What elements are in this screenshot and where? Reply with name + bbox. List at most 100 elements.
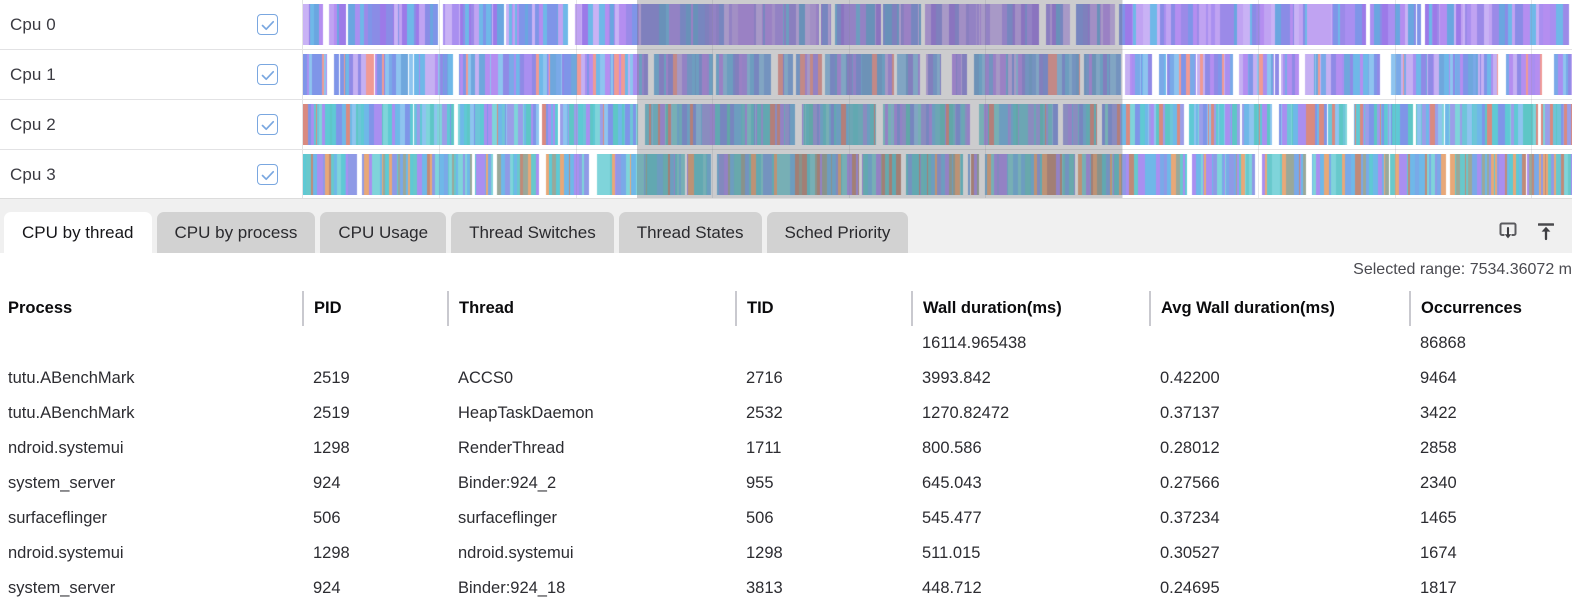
column-header-thread[interactable]: Thread bbox=[447, 291, 736, 326]
cell-pid: 1298 bbox=[313, 544, 350, 562]
cell-tid: 1711 bbox=[746, 439, 782, 457]
tab-thread-states[interactable]: Thread States bbox=[618, 212, 762, 253]
dock-to-bottom-icon[interactable] bbox=[1496, 219, 1520, 243]
cell-avg-wall-duration: 0.30527 bbox=[1160, 544, 1220, 562]
cell-avg-wall-duration: 0.37137 bbox=[1160, 404, 1220, 422]
cell-occurrences: 1465 bbox=[1420, 509, 1457, 527]
cpu-track-timeline-2[interactable] bbox=[303, 100, 1572, 149]
cpu-track-checkbox-3[interactable] bbox=[257, 164, 278, 185]
cpu-track-checkbox-1[interactable] bbox=[257, 64, 278, 85]
cell-tid: 3813 bbox=[746, 579, 783, 597]
cell-occurrences: 2340 bbox=[1420, 474, 1457, 492]
column-header-pid[interactable]: PID bbox=[302, 291, 448, 326]
cell-avg-wall-duration: 0.37234 bbox=[1160, 509, 1220, 527]
cpu-track-header-3[interactable]: Cpu 3 bbox=[0, 150, 303, 198]
cell-process: system_server bbox=[8, 474, 116, 492]
checkmark-icon bbox=[261, 70, 275, 80]
cpu-track-header-1[interactable]: Cpu 1 bbox=[0, 50, 303, 99]
column-header-wall-duration[interactable]: Wall duration(ms) bbox=[911, 291, 1150, 326]
cell-process: tutu.ABenchMark bbox=[8, 369, 135, 387]
cell-pid: 506 bbox=[313, 509, 341, 527]
cell-tid: 2716 bbox=[746, 369, 783, 387]
checkmark-icon bbox=[261, 170, 275, 180]
cell-wall-duration: 448.712 bbox=[922, 579, 982, 597]
cell-pid: 924 bbox=[313, 579, 341, 597]
cpu-track-row[interactable]: Cpu 3 bbox=[0, 150, 1572, 198]
tab-cpu-by-thread[interactable]: CPU by thread bbox=[4, 212, 152, 253]
cell-wall-duration: 545.477 bbox=[922, 509, 982, 527]
cell-pid: 1298 bbox=[313, 439, 350, 457]
cpu-track-label: Cpu 3 bbox=[10, 164, 56, 184]
cell-thread: ndroid.systemui bbox=[458, 544, 574, 562]
cell-thread: Binder:924_2 bbox=[458, 474, 557, 492]
cpu-track-timeline-0[interactable] bbox=[303, 0, 1572, 49]
cpu-track-timeline-3[interactable] bbox=[303, 150, 1572, 198]
table-total-row[interactable]: 16114.965438 86868 bbox=[0, 326, 1572, 361]
tab-thread-switches[interactable]: Thread Switches bbox=[451, 212, 614, 253]
table-row[interactable]: tutu.ABenchMark 2519 HeapTaskDaemon 2532 127… bbox=[0, 396, 1572, 431]
cell-tid: 955 bbox=[746, 474, 774, 492]
table-row[interactable]: tutu.ABenchMark 2519 ACCS0 2716 3993.842 0.42… bbox=[0, 361, 1572, 396]
cell-process: surfaceflinger bbox=[8, 509, 108, 527]
cell-avg-wall-duration: 0.42200 bbox=[1160, 369, 1220, 387]
tab-sched-priority[interactable]: Sched Priority bbox=[766, 212, 909, 253]
cpu-tracks-panel: Cpu 0 Cpu 1 Cpu 2 Cpu 3 bbox=[0, 0, 1572, 198]
cell-pid: 924 bbox=[313, 474, 341, 492]
checkmark-icon bbox=[261, 20, 275, 30]
cell-tid: 1298 bbox=[746, 544, 783, 562]
table-body: 16114.965438 86868 tutu.ABenchMark 2519 AC… bbox=[0, 326, 1572, 600]
cell-pid: 2519 bbox=[313, 369, 350, 387]
cell-tid bbox=[736, 326, 912, 361]
cpu-track-header-0[interactable]: Cpu 0 bbox=[0, 0, 303, 49]
cell-process: tutu.ABenchMark bbox=[8, 404, 135, 422]
column-header-tid[interactable]: TID bbox=[735, 291, 912, 326]
cpu-track-checkbox-2[interactable] bbox=[257, 114, 278, 135]
table-row[interactable]: system_server 924 Binder:924_2 955 645.043 0.… bbox=[0, 466, 1572, 501]
cell-avg-wall-duration bbox=[1150, 326, 1410, 361]
cell-wall-duration: 3993.842 bbox=[922, 369, 991, 387]
collapse-up-icon[interactable] bbox=[1534, 219, 1558, 243]
table-row[interactable]: ndroid.systemui 1298 ndroid.systemui 1298 51… bbox=[0, 536, 1572, 571]
cell-thread: HeapTaskDaemon bbox=[458, 404, 594, 422]
cell-avg-wall-duration: 0.24695 bbox=[1160, 579, 1220, 597]
cell-thread bbox=[448, 326, 736, 361]
cell-thread: ACCS0 bbox=[458, 369, 514, 387]
cell-avg-wall-duration: 0.27566 bbox=[1160, 474, 1220, 492]
cell-occurrences: 2858 bbox=[1420, 439, 1457, 457]
cell-occurrences: 1817 bbox=[1420, 579, 1457, 597]
cpu-track-label: Cpu 1 bbox=[10, 64, 56, 84]
cell-wall-duration: 1270.82472 bbox=[922, 404, 1010, 422]
cpu-track-checkbox-0[interactable] bbox=[257, 14, 278, 35]
table-row[interactable]: system_server 924 Binder:924_18 3813 448.712… bbox=[0, 571, 1572, 600]
cpu-by-thread-table: Process PID Thread TID Wall duration(ms)… bbox=[0, 291, 1572, 600]
cell-process bbox=[0, 326, 303, 361]
cpu-track-timeline-1[interactable] bbox=[303, 50, 1572, 99]
cell-process: ndroid.systemui bbox=[8, 439, 124, 457]
column-header-process[interactable]: Process bbox=[0, 291, 303, 326]
cell-occurrences: 86868 bbox=[1420, 334, 1466, 352]
cpu-track-row[interactable]: Cpu 1 bbox=[0, 50, 1572, 100]
cell-occurrences: 1674 bbox=[1420, 544, 1457, 562]
cpu-track-label: Cpu 2 bbox=[10, 114, 56, 134]
cell-thread: surfaceflinger bbox=[458, 509, 558, 527]
cell-tid: 506 bbox=[746, 509, 774, 527]
column-header-avg-wall-duration[interactable]: Avg Wall duration(ms) bbox=[1149, 291, 1410, 326]
cpu-track-label: Cpu 0 bbox=[10, 14, 56, 34]
cell-process: ndroid.systemui bbox=[8, 544, 124, 562]
analysis-tab-bar: CPU by thread CPU by process CPU Usage T… bbox=[0, 198, 1572, 253]
cell-wall-duration: 645.043 bbox=[922, 474, 982, 492]
cell-occurrences: 3422 bbox=[1420, 404, 1457, 422]
table-row[interactable]: ndroid.systemui 1298 RenderThread 1711 800.5… bbox=[0, 431, 1572, 466]
selected-range-label: Selected range: 7534.36072 m bbox=[1353, 261, 1572, 278]
column-header-occurrences[interactable]: Occurrences bbox=[1409, 291, 1572, 326]
cpu-track-row[interactable]: Cpu 2 bbox=[0, 100, 1572, 150]
tab-cpu-usage[interactable]: CPU Usage bbox=[320, 212, 447, 253]
cpu-track-header-2[interactable]: Cpu 2 bbox=[0, 100, 303, 149]
cell-wall-duration: 800.586 bbox=[922, 439, 982, 457]
table-row[interactable]: surfaceflinger 506 surfaceflinger 506 545.47… bbox=[0, 501, 1572, 536]
tab-cpu-by-process[interactable]: CPU by process bbox=[156, 212, 316, 253]
cell-avg-wall-duration: 0.28012 bbox=[1160, 439, 1220, 457]
cpu-by-thread-panel: Selected range: 7534.36072 m Process PID… bbox=[0, 253, 1572, 600]
cpu-track-row[interactable]: Cpu 0 bbox=[0, 0, 1572, 50]
cell-pid: 2519 bbox=[313, 404, 350, 422]
